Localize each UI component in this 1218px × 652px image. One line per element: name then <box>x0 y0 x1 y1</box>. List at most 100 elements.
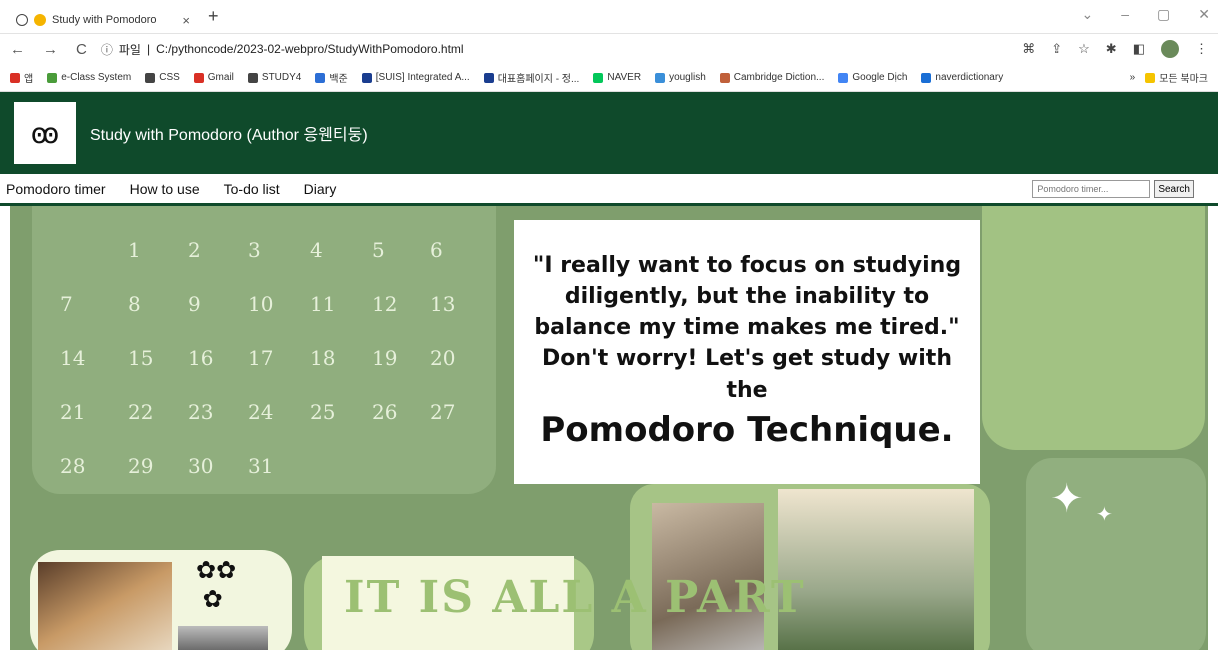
bookmarks-bar: 앱 e-Class System CSS Gmail STUDY4 백준 [SUIS] In… <box>0 64 1218 92</box>
search-button[interactable]: Search <box>1154 180 1194 198</box>
url-prefix: 파일 <box>118 42 141 57</box>
bookmarks-more[interactable]: » <box>1130 72 1136 83</box>
url-field[interactable]: ⓘ 파일 | C:/pythoncode/2023-02-webpro/Stud… <box>101 41 1008 58</box>
extensions-icon[interactable]: ✱ <box>1106 41 1117 57</box>
close-window-icon[interactable]: ✕ <box>1198 6 1210 23</box>
nav-how-to-use[interactable]: How to use <box>130 181 200 197</box>
info-icon[interactable]: ⓘ <box>101 41 113 58</box>
bookmark-icon <box>719 72 730 83</box>
sticker-text: IT IS ALL A PART <box>344 572 806 623</box>
calendar-day: 3 <box>248 238 261 262</box>
back-button[interactable]: ← <box>10 41 25 58</box>
bookmark-icon <box>593 72 604 83</box>
calendar-day: 4 <box>310 238 323 262</box>
bookmark-icon <box>145 72 156 83</box>
globe-icon <box>16 14 28 26</box>
all-bookmarks[interactable]: 모든 북마크 <box>1145 70 1208 85</box>
nav-todo-list[interactable]: To-do list <box>224 181 280 197</box>
bookmark-item[interactable]: 앱 <box>10 70 33 85</box>
new-tab-button[interactable]: + <box>208 6 219 27</box>
tab-search-icon[interactable]: ⌄ <box>1082 6 1094 23</box>
search-input[interactable] <box>1032 180 1151 198</box>
bookmark-icon <box>655 72 666 83</box>
calendar-day: 9 <box>188 292 201 316</box>
calendar-day: 22 <box>128 400 154 424</box>
star-icon[interactable]: ☆ <box>1078 41 1090 57</box>
sparkle-small-icon: ✦ <box>1096 504 1113 526</box>
bookmark-label: CSS <box>159 72 180 83</box>
calendar-day: 29 <box>128 454 154 478</box>
bookmark-item[interactable]: Cambridge Diction... <box>719 72 824 83</box>
bookmark-item[interactable]: 백준 <box>315 70 348 85</box>
bookmark-item[interactable]: [SUIS] Integrated A... <box>361 72 470 83</box>
bookmark-label: STUDY4 <box>261 72 302 83</box>
minimize-icon[interactable]: – <box>1121 6 1129 23</box>
calendar-day: 28 <box>60 454 86 478</box>
bookmark-icon <box>361 72 372 83</box>
calendar-day: 17 <box>248 346 274 370</box>
bookmark-item[interactable]: NAVER <box>593 72 641 83</box>
calendar-day: 12 <box>372 292 398 316</box>
calendar-day: 31 <box>248 454 274 478</box>
bookmark-icon <box>193 72 204 83</box>
photo-plant <box>778 489 974 650</box>
bookmark-label: NAVER <box>607 72 642 83</box>
photo-cat-small <box>178 626 268 650</box>
calendar-day: 26 <box>372 400 398 424</box>
bookmark-item[interactable]: STUDY4 <box>247 72 302 83</box>
bookmark-icon <box>315 72 326 83</box>
calendar-panel: 1 2 3 4 5 6 7 8 9 10 11 12 13 14 15 16 17 18 19 20 21 22 23 24 2… <box>32 206 496 494</box>
bookmark-label: Gmail <box>207 72 234 83</box>
site-header: ꙭ Study with Pomodoro (Author 응웬티둥) <box>0 92 1218 174</box>
calendar-day: 1 <box>128 238 141 262</box>
quote-emphasis: Pomodoro Technique. <box>540 409 954 450</box>
calendar-day: 25 <box>310 400 336 424</box>
bookmark-item[interactable]: e-Class System <box>47 72 131 83</box>
calendar-day: 14 <box>60 346 86 370</box>
calendar-day: 16 <box>188 346 214 370</box>
bookmark-label: Google Dịch <box>852 72 908 83</box>
bookmark-icon <box>10 72 20 83</box>
sidebar-icon[interactable]: ◧ <box>1133 41 1145 57</box>
calendar-day: 27 <box>430 400 456 424</box>
bookmark-item[interactable]: Gmail <box>193 72 234 83</box>
translate-icon[interactable]: ⌘ <box>1022 41 1035 57</box>
calendar-day: 19 <box>372 346 398 370</box>
site-nav: Pomodoro timer How to use To-do list Dia… <box>0 174 1218 206</box>
nav-diary[interactable]: Diary <box>304 181 337 197</box>
browser-tab[interactable]: Study with Pomodoro × <box>8 6 198 34</box>
photo-cat <box>38 562 172 650</box>
bookmark-item[interactable]: Google Dịch <box>838 72 907 83</box>
bookmark-item[interactable]: CSS <box>145 72 180 83</box>
bookmark-item[interactable]: naverdictionary <box>921 72 1003 83</box>
calendar-day: 2 <box>188 238 201 262</box>
share-icon[interactable]: ⇪ <box>1051 41 1062 57</box>
calendar-day: 5 <box>372 238 385 262</box>
nav-pomodoro-timer[interactable]: Pomodoro timer <box>6 181 106 197</box>
bookmark-icon <box>838 72 849 83</box>
bookmark-item[interactable]: 대표홈페이지 - 정... <box>483 70 580 85</box>
url-separator: | <box>146 42 151 56</box>
forward-button[interactable]: → <box>43 41 58 58</box>
profile-avatar[interactable] <box>1161 40 1179 58</box>
hero-background: 1 2 3 4 5 6 7 8 9 10 11 12 13 14 15 16 17 18 19 20 21 22 23 24 2… <box>10 206 1208 650</box>
calendar-day: 18 <box>310 346 336 370</box>
calendar-day: 6 <box>430 238 443 262</box>
bookmark-item[interactable]: youglish <box>655 72 706 83</box>
search-form: Search <box>1032 180 1194 198</box>
bookmark-icon <box>483 72 494 83</box>
tab-close-icon[interactable]: × <box>182 13 190 28</box>
calendar-day: 11 <box>310 292 336 316</box>
calendar-day: 21 <box>60 400 86 424</box>
quote-text: "I really want to focus on studying dili… <box>532 252 962 403</box>
calendar-day: 24 <box>248 400 274 424</box>
tab-title: Study with Pomodoro <box>52 14 157 26</box>
calendar-day: 10 <box>248 292 274 316</box>
reload-button[interactable]: C <box>76 41 87 58</box>
maximize-icon[interactable]: ▢ <box>1157 6 1170 23</box>
bookmark-label: 대표홈페이지 - 정... <box>497 74 580 85</box>
calendar-day: 8 <box>128 292 141 316</box>
bunny-logo-icon[interactable]: ꙭ <box>14 102 76 164</box>
calendar-day: 15 <box>128 346 154 370</box>
menu-icon[interactable]: ⋮ <box>1195 41 1208 57</box>
